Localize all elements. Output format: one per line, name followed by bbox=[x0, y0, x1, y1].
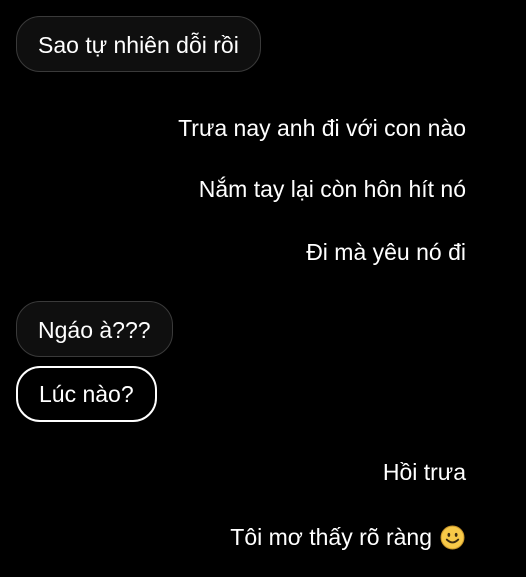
message-text: Sao tự nhiên dỗi rồi bbox=[38, 32, 239, 58]
smiling-face-emoji-icon bbox=[440, 525, 465, 550]
message-text: Hồi trưa bbox=[382, 459, 466, 485]
outgoing-message[interactable]: Tôi mơ thấy rõ ràng bbox=[230, 522, 465, 552]
incoming-message-bubble-selected[interactable]: Lúc nào? bbox=[16, 366, 157, 422]
outgoing-message[interactable]: Hồi trưa bbox=[383, 457, 466, 487]
message-text: Đi mà yêu nó đi bbox=[306, 239, 466, 265]
message-text: Tôi mơ thấy rõ ràng bbox=[230, 524, 432, 550]
incoming-message-bubble[interactable]: Sao tự nhiên dỗi rồi bbox=[16, 16, 261, 72]
outgoing-message[interactable]: Nắm tay lại còn hôn hít nó bbox=[199, 174, 466, 204]
outgoing-message[interactable]: Trưa nay anh đi với con nào bbox=[178, 113, 466, 143]
incoming-message-bubble[interactable]: Ngáo à??? bbox=[16, 301, 173, 357]
message-text: Lúc nào? bbox=[39, 381, 134, 407]
outgoing-message[interactable]: Đi mà yêu nó đi bbox=[306, 237, 466, 267]
chat-screen: Sao tự nhiên dỗi rồi Trưa nay anh đi với… bbox=[0, 0, 526, 577]
message-text: Trưa nay anh đi với con nào bbox=[178, 115, 466, 141]
message-text: Ngáo à??? bbox=[38, 317, 151, 343]
message-text: Nắm tay lại còn hôn hít nó bbox=[198, 176, 466, 202]
